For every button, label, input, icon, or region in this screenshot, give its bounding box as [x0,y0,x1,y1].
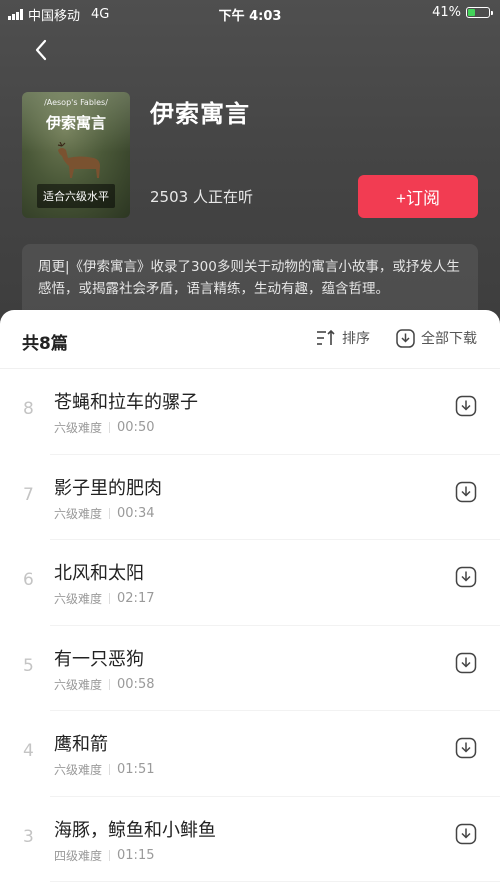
episode-row[interactable]: 8 苍蝇和拉车的骡子六级难度 00:50 [23,369,500,455]
sort-button[interactable]: 排序 [316,328,370,348]
level-badge: 适合六级水平 [37,184,115,208]
download-icon [455,481,477,502]
episode-meta: 六级难度 00:34 [54,505,154,522]
episode-number: 7 [23,484,34,505]
episode-meta: 六级难度 02:17 [54,590,154,607]
cover-english-title: /Aesop's Fables/ [44,98,108,107]
episode-duration: 00:34 [117,505,155,521]
episode-download-button[interactable] [455,823,477,845]
episode-title: 有一只恶狗 [54,648,144,670]
episode-level: 六级难度 [54,592,103,606]
subscribe-button[interactable]: +订阅 [358,175,478,218]
meta-divider [109,849,111,861]
album-title: 伊索寓言 [150,100,250,128]
chevron-left-icon [35,39,47,61]
episode-duration: 02:17 [117,591,155,606]
episode-title: 苍蝇和拉车的骡子 [54,392,198,413]
episode-row[interactable]: 3 海豚，鲸鱼和小鲱鱼四级难度 01:15 [23,797,500,882]
clock: 下午 4:03 [218,9,282,24]
episode-row[interactable]: 4 鹰和箭六级难度 01:51 [23,711,500,797]
episode-download-button[interactable] [455,652,477,674]
episode-duration: 01:51 [117,762,155,777]
episode-download-button[interactable] [455,566,477,588]
episode-download-button[interactable] [455,737,477,759]
episode-number: 8 [23,399,34,419]
download-icon [455,823,477,844]
episode-title: 影子里的肥肉 [54,477,162,499]
episode-duration: 01:15 [117,847,155,863]
album-header: 中国移动 4G 下午 4:03 41% /Aesop's Fables/ 伊索寓… [0,0,500,340]
episode-title: 海豚，鲸鱼和小鲱鱼 [54,819,216,841]
meta-divider [109,422,111,433]
download-icon [455,395,477,417]
episode-meta: 六级难度 00:58 [54,676,154,693]
episode-level: 六级难度 [54,763,103,777]
episode-download-button[interactable] [455,481,477,503]
episode-number: 4 [23,741,34,761]
download-icon [396,328,415,348]
episode-title: 北风和太阳 [54,563,144,584]
sort-label: 排序 [342,331,370,347]
sort-icon [317,329,335,345]
download-all-button[interactable]: 全部下载 [396,328,477,348]
download-icon [455,652,477,673]
download-all-label: 全部下载 [421,331,477,347]
episode-row[interactable]: 7 影子里的肥肉六级难度 00:34 [23,455,500,540]
episode-download-button[interactable] [455,395,477,417]
episode-count: 共8篇 [22,334,68,354]
status-bar: 中国移动 4G 下午 4:03 41% [0,0,500,26]
episode-number: 3 [23,826,34,847]
episode-row[interactable]: 6 北风和太阳六级难度 02:17 [23,540,500,626]
listener-count: 2503 人正在听 [150,188,253,206]
episode-row[interactable]: 5 有一只恶狗六级难度 00:58 [23,626,500,711]
episode-duration: 00:50 [117,420,155,435]
meta-divider [109,507,111,519]
episode-list-header: 共8篇 排序 全部下载 [0,310,500,369]
meta-divider [109,678,111,690]
episode-meta: 六级难度 00:50 [54,419,154,436]
cover-chinese-title: 伊索寓言 [45,114,106,132]
deer-illustration [57,142,100,178]
episode-sheet: 共8篇 排序 全部下载 8 苍蝇和拉车的骡子 六级难度 00:50 7 影子里的肥肉 六级难… [0,310,500,889]
episode-meta: 六级难度 01:51 [54,761,154,778]
download-icon [455,566,477,588]
episode-level: 四级难度 [54,848,103,863]
episode-level: 六级难度 [54,421,103,435]
episode-duration: 00:58 [117,676,155,692]
episode-level: 六级难度 [54,677,103,692]
meta-divider [109,593,111,604]
album-cover[interactable]: /Aesop's Fables/ 伊索寓言 适合六级水平 [22,92,130,218]
battery-icon [466,7,493,18]
battery-percent: 41% [432,5,461,20]
episode-level: 六级难度 [54,506,103,521]
episode-meta: 四级难度 01:15 [54,847,154,864]
episode-number: 5 [23,655,34,676]
download-icon [455,737,477,759]
back-button[interactable] [28,36,56,64]
episode-title: 鹰和箭 [54,734,108,755]
episode-number: 6 [23,570,34,590]
episode-list: 8 苍蝇和拉车的骡子 六级难度 00:50 7 影子里的肥肉 六级难度 00:34 6 北风和太阳… [0,369,500,882]
meta-divider [109,764,111,775]
